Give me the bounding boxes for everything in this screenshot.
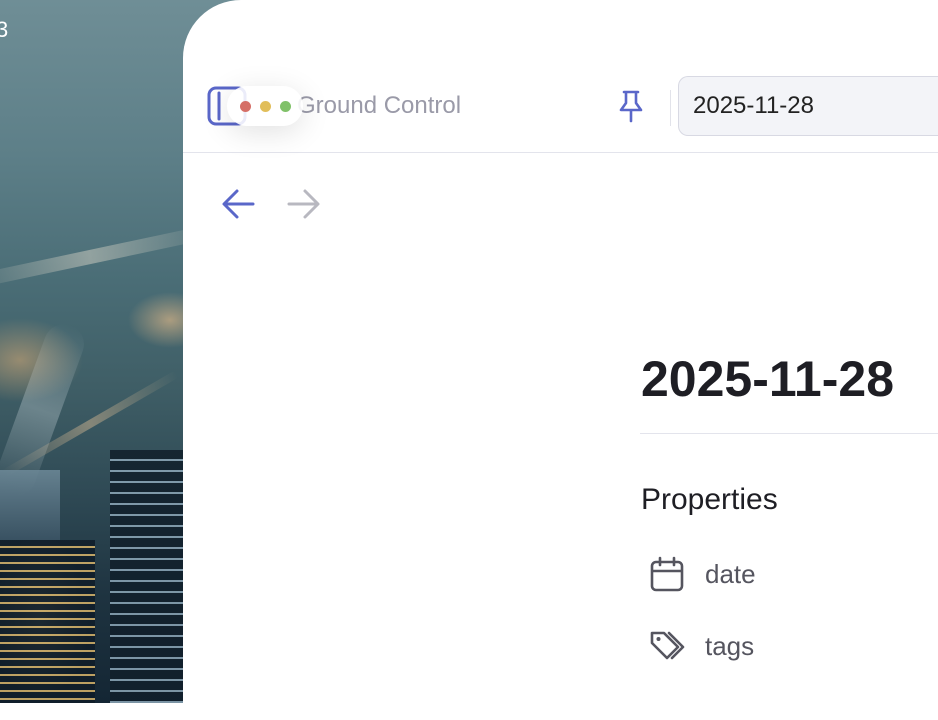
property-row-date[interactable]: date — [649, 554, 756, 594]
minimize-button[interactable] — [259, 100, 271, 112]
tag-icon — [650, 631, 685, 660]
title-bar: Ground Control 2025-11-28 — [183, 60, 938, 153]
properties-heading[interactable]: Properties — [641, 483, 778, 517]
toolbar-divider — [670, 90, 671, 126]
calendar-icon — [650, 556, 684, 592]
pin-icon[interactable] — [615, 88, 647, 124]
property-label-date: date — [705, 558, 756, 589]
arrow-left-icon[interactable] — [219, 184, 259, 224]
wallpaper-building — [110, 450, 183, 703]
property-label-tags: tags — [705, 630, 755, 661]
note-title[interactable]: 2025-11-28 — [641, 350, 894, 408]
app-title: Ground Control — [297, 92, 462, 119]
property-row-tags[interactable]: tags — [649, 626, 754, 666]
title-divider — [640, 433, 938, 434]
arrow-right-icon[interactable] — [283, 184, 323, 224]
zoom-button[interactable] — [279, 100, 291, 112]
window-controls — [227, 86, 303, 126]
date-tab-field[interactable]: 2025-11-28 — [678, 76, 938, 136]
desktop-label: 3 — [0, 17, 9, 42]
app-window: Ground Control 2025-11-28 2025-11-28 Pro… — [183, 0, 938, 720]
wallpaper-building — [0, 540, 95, 703]
close-button[interactable] — [239, 100, 251, 112]
wallpaper-building — [0, 470, 60, 540]
